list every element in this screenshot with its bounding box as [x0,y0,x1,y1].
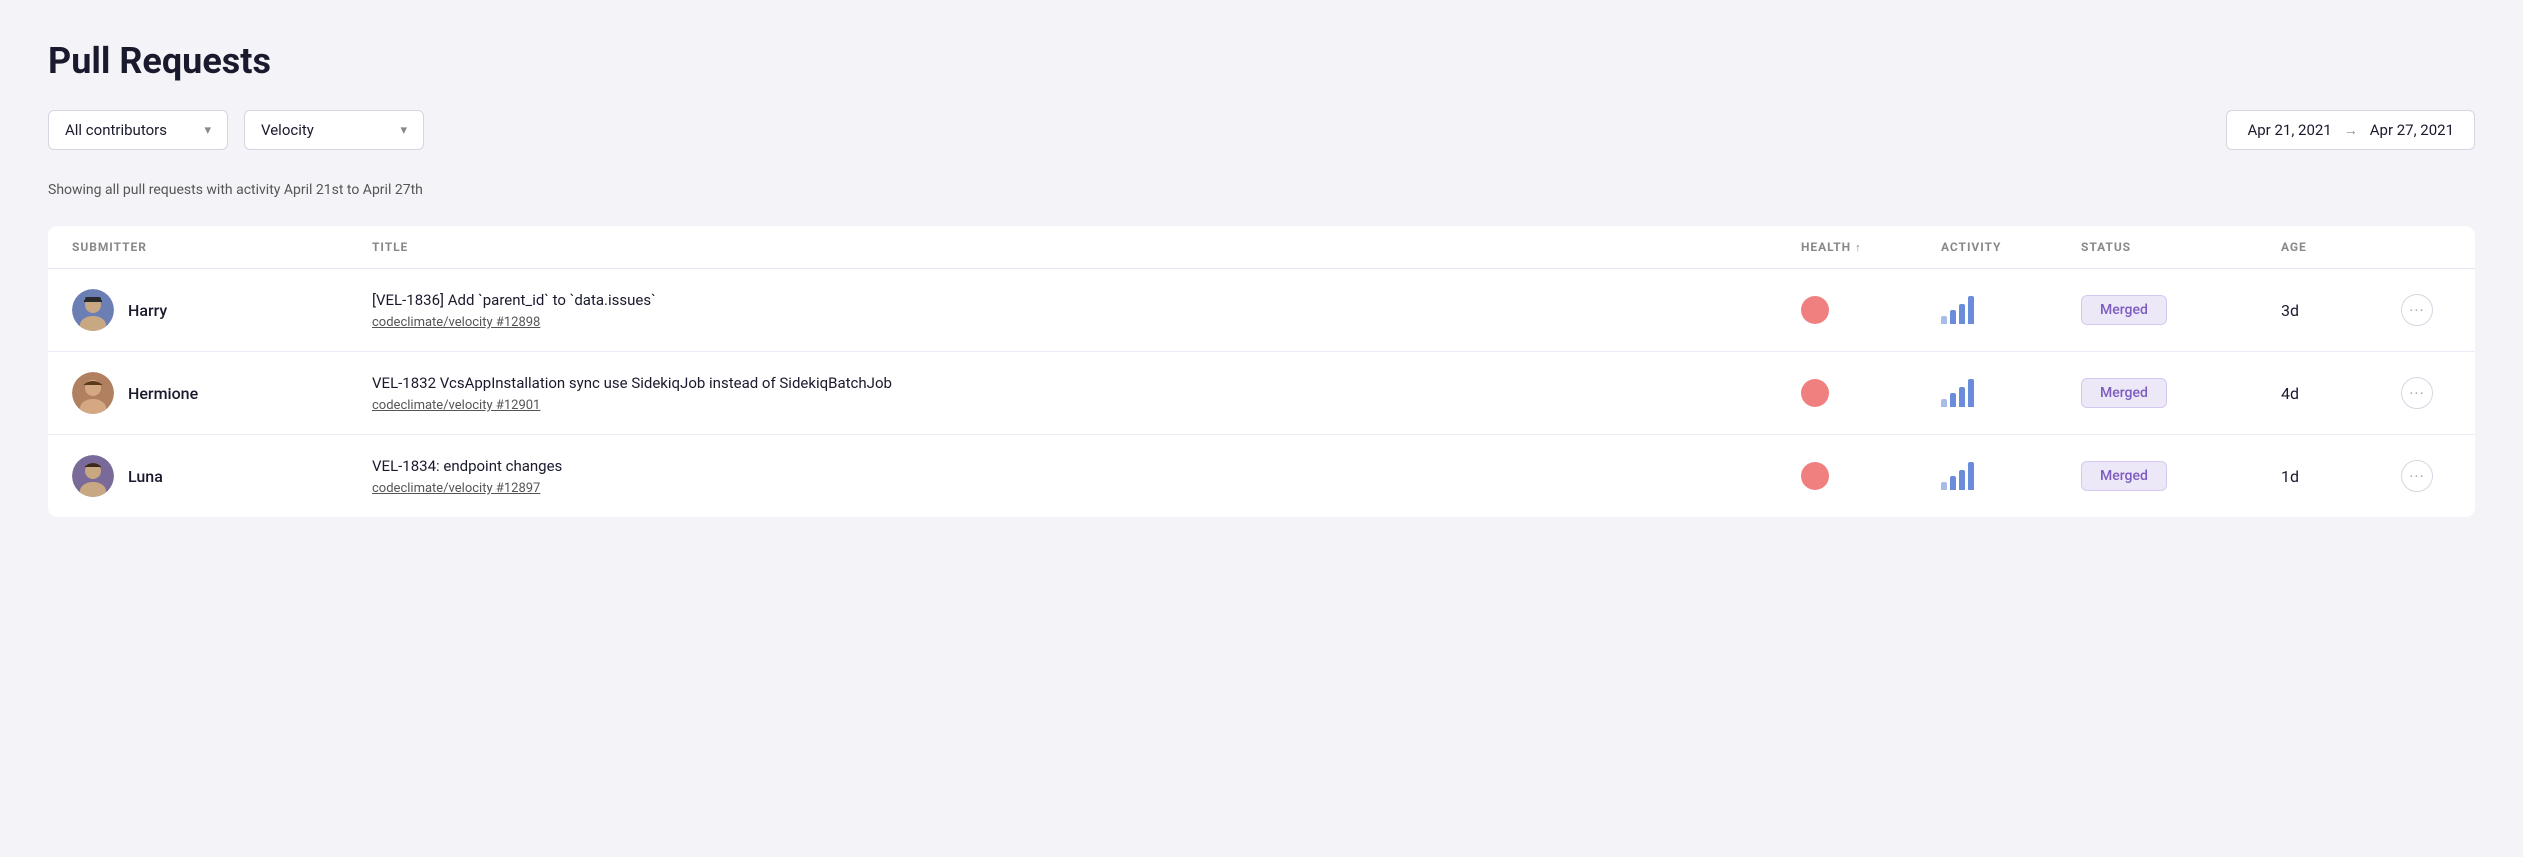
health-indicator [1801,296,1829,324]
repo-filter-label: Velocity [261,121,314,139]
submitter-cell: Luna [72,455,372,497]
activity-bar [1950,310,1956,324]
pr-title: [VEL-1836] Add `parent_id` to `data.issu… [372,290,1781,311]
title-cell: VEL-1834: endpoint changes codeclimate/v… [372,456,1801,496]
activity-bar [1950,476,1956,490]
age-cell: 1d [2281,467,2401,486]
th-activity: ACTIVITY [1941,240,2081,254]
activity-bar [1959,304,1965,324]
activity-cell [1941,296,2081,324]
filters-row: All contributors ▾ Velocity ▾ Apr 21, 20… [48,110,2475,150]
activity-cell [1941,462,2081,490]
pr-link[interactable]: codeclimate/velocity #12898 [372,315,1781,330]
title-cell: VEL-1832 VcsAppInstallation sync use Sid… [372,373,1801,413]
more-button[interactable]: ··· [2401,377,2433,409]
status-cell: Merged [2081,295,2281,325]
pr-link[interactable]: codeclimate/velocity #12901 [372,398,1781,413]
age-cell: 4d [2281,384,2401,403]
th-title: TITLE [372,240,1801,254]
filters-left: All contributors ▾ Velocity ▾ [48,110,424,150]
health-cell [1801,379,1941,407]
more-button[interactable]: ··· [2401,460,2433,492]
date-end: Apr 27, 2021 [2370,121,2454,139]
health-indicator [1801,379,1829,407]
th-status: STATUS [2081,240,2281,254]
contributor-filter[interactable]: All contributors ▾ [48,110,228,150]
submitter-name: Hermione [128,384,198,403]
submitter-name: Harry [128,301,167,320]
table-row: Harry [VEL-1836] Add `parent_id` to `dat… [48,269,2475,352]
activity-bar [1968,296,1974,324]
activity-bar [1959,387,1965,407]
table-header: SUBMITTER TITLE HEALTH ↑ ACTIVITY STATUS… [48,226,2475,269]
th-age: AGE [2281,240,2401,254]
pr-title: VEL-1834: endpoint changes [372,456,1781,477]
pull-requests-table: SUBMITTER TITLE HEALTH ↑ ACTIVITY STATUS… [48,226,2475,517]
date-range-picker[interactable]: Apr 21, 2021 → Apr 27, 2021 [2226,110,2475,150]
avatar [72,455,114,497]
date-arrow-icon: → [2344,122,2358,139]
avatar [72,289,114,331]
health-indicator [1801,462,1829,490]
status-cell: Merged [2081,378,2281,408]
avatar [72,372,114,414]
health-cell [1801,296,1941,324]
submitter-name: Luna [128,467,163,486]
page-title: Pull Requests [48,40,2475,82]
more-actions[interactable]: ··· [2401,460,2451,492]
status-cell: Merged [2081,461,2281,491]
health-sort-icon: ↑ [1855,241,1861,254]
table-row: Luna VEL-1834: endpoint changes codeclim… [48,435,2475,517]
activity-bar [1950,393,1956,407]
activity-bar [1941,316,1947,324]
contributor-chevron-icon: ▾ [204,123,211,138]
activity-cell [1941,379,2081,407]
pr-title: VEL-1832 VcsAppInstallation sync use Sid… [372,373,1781,394]
status-badge: Merged [2081,378,2167,408]
contributor-filter-label: All contributors [65,121,167,139]
activity-bar [1941,482,1947,490]
showing-text: Showing all pull requests with activity … [48,182,2475,198]
pr-link[interactable]: codeclimate/velocity #12897 [372,481,1781,496]
th-submitter: SUBMITTER [72,240,372,254]
th-health[interactable]: HEALTH ↑ [1801,240,1941,254]
repo-chevron-icon: ▾ [400,123,407,138]
title-cell: [VEL-1836] Add `parent_id` to `data.issu… [372,290,1801,330]
activity-bar [1968,379,1974,407]
submitter-cell: Harry [72,289,372,331]
activity-bar [1941,399,1947,407]
more-actions[interactable]: ··· [2401,377,2451,409]
repo-filter[interactable]: Velocity ▾ [244,110,424,150]
activity-bar [1968,462,1974,490]
age-cell: 3d [2281,301,2401,320]
activity-bar [1959,470,1965,490]
submitter-cell: Hermione [72,372,372,414]
table-row: Hermione VEL-1832 VcsAppInstallation syn… [48,352,2475,435]
more-button[interactable]: ··· [2401,294,2433,326]
health-cell [1801,462,1941,490]
status-badge: Merged [2081,295,2167,325]
status-badge: Merged [2081,461,2167,491]
more-actions[interactable]: ··· [2401,294,2451,326]
date-start: Apr 21, 2021 [2247,121,2331,139]
